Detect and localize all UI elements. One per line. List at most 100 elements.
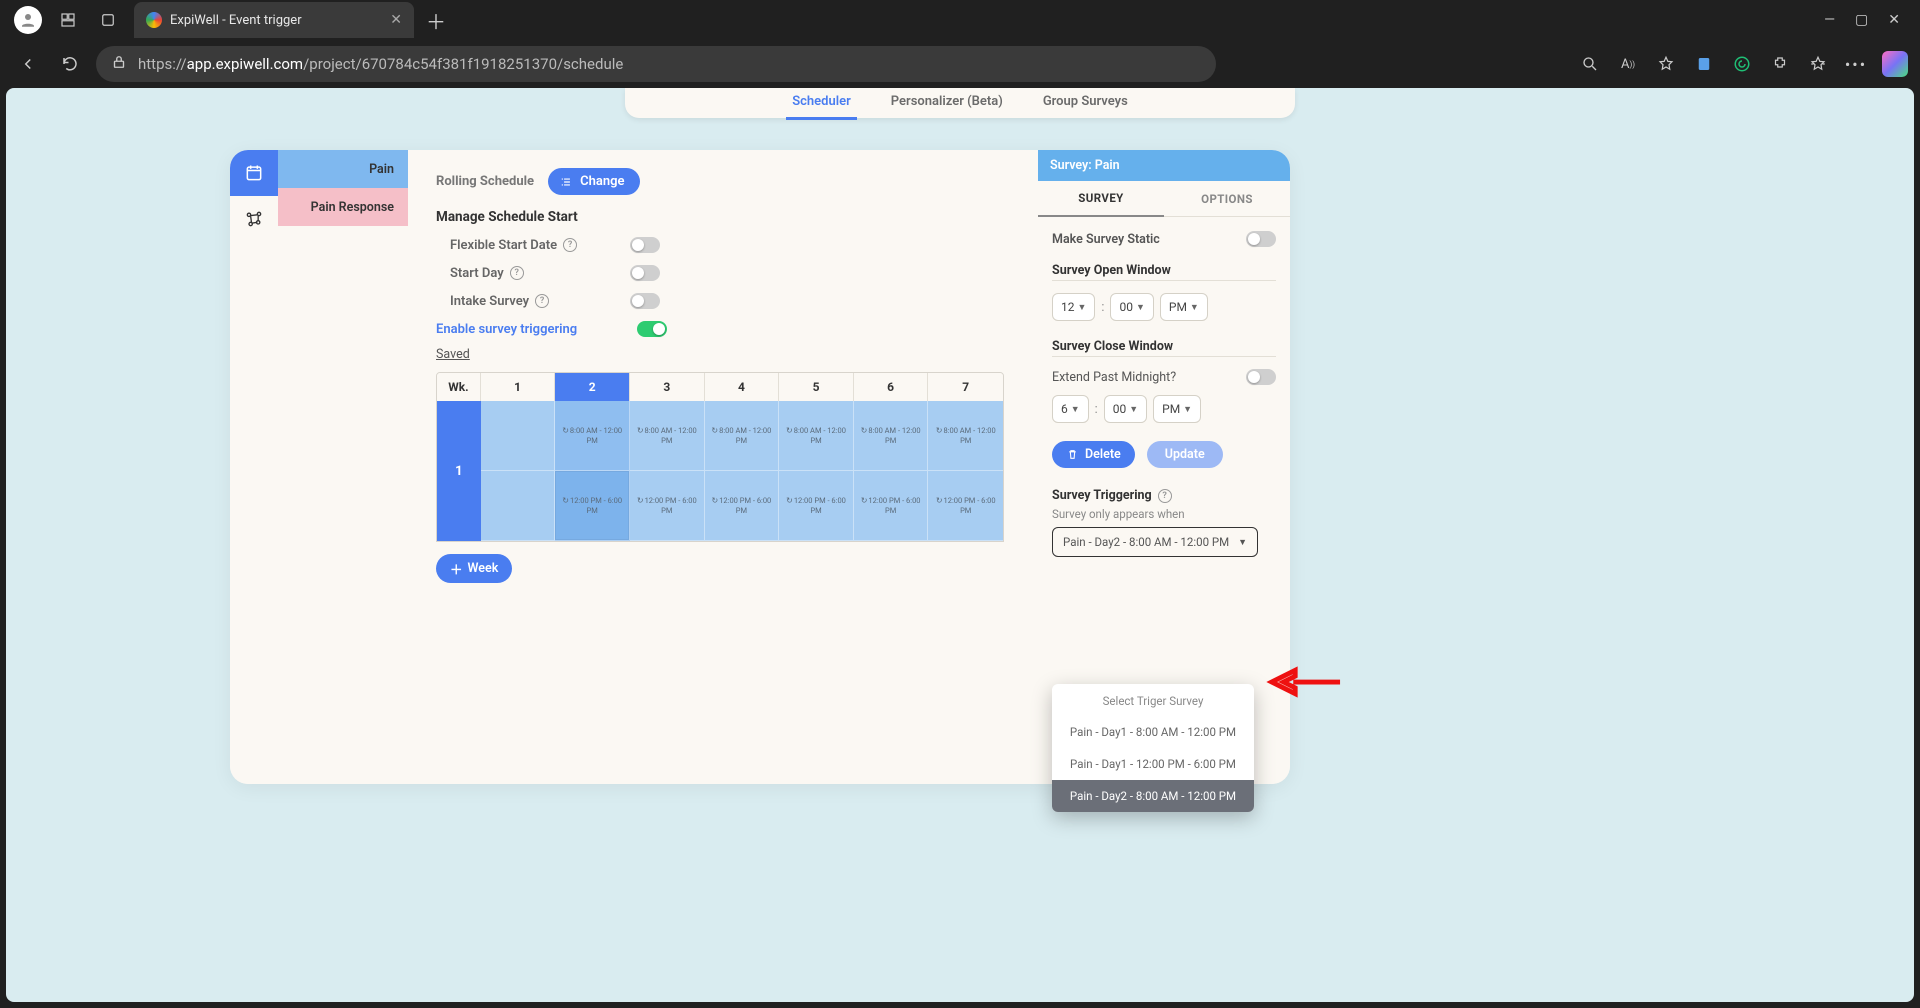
intake-survey-toggle[interactable]	[630, 293, 660, 309]
calendar-view-button[interactable]	[230, 150, 278, 196]
enable-triggering-toggle[interactable]	[637, 321, 667, 337]
dropdown-item[interactable]: Pain - Day1 - 8:00 AM - 12:00 PM	[1052, 716, 1254, 748]
help-icon[interactable]: ?	[1158, 489, 1172, 503]
tab-group-surveys[interactable]: Group Surveys	[1037, 92, 1134, 117]
rolling-schedule-label: Rolling Schedule	[436, 174, 534, 189]
extend-midnight-toggle[interactable]	[1246, 369, 1276, 385]
help-icon[interactable]: ?	[510, 266, 524, 280]
graph-view-button[interactable]	[230, 196, 278, 242]
minimize-icon[interactable]: —	[1824, 12, 1835, 28]
more-icon[interactable]: •••	[1844, 52, 1868, 76]
update-button[interactable]: Update	[1147, 441, 1223, 468]
favorite-icon[interactable]	[1654, 52, 1678, 76]
url-path: /project/670784c54f381f1918251370/schedu…	[303, 55, 623, 73]
make-static-toggle[interactable]	[1246, 231, 1276, 247]
flexible-start-toggle[interactable]	[630, 237, 660, 253]
open-hour-select[interactable]: 12▼	[1052, 293, 1095, 321]
schedule-cell[interactable]: 12:00 PM - 6:00 PM	[630, 471, 705, 541]
open-window-label: Survey Open Window	[1052, 263, 1276, 278]
start-day-label: Start Day ?	[450, 266, 630, 281]
help-icon[interactable]: ?	[563, 238, 577, 252]
schedule-cell[interactable]: 12:00 PM - 6:00 PM	[854, 471, 929, 541]
refresh-button[interactable]	[54, 48, 86, 80]
close-window-label: Survey Close Window	[1052, 339, 1276, 354]
tab-personalizer[interactable]: Personalizer (Beta)	[885, 92, 1009, 117]
delete-button[interactable]: Delete	[1052, 441, 1135, 468]
page-viewport: Scheduler Personalizer (Beta) Group Surv…	[6, 88, 1914, 1002]
open-ampm-select[interactable]: PM▼	[1160, 293, 1208, 321]
triggering-label: Survey Triggering	[1052, 488, 1152, 503]
schedule-cell[interactable]: 12:00 PM - 6:00 PM	[705, 471, 780, 541]
tab-actions-icon[interactable]	[94, 6, 122, 34]
week-header: Wk.	[437, 373, 481, 401]
add-week-button[interactable]: ＋ Week	[436, 554, 512, 583]
browser-chrome: ExpiWell - Event trigger ✕ ＋ — ▢ ✕ https…	[0, 0, 1920, 88]
schedule-cell[interactable]: 8:00 AM - 12:00 PM	[705, 401, 780, 471]
close-minute-select[interactable]: 00▼	[1104, 395, 1147, 423]
panel-tab-survey[interactable]: SURVEY	[1038, 181, 1164, 217]
tab-scheduler[interactable]: Scheduler	[786, 92, 857, 120]
schedule-cell[interactable]: 12:00 PM - 6:00 PM	[928, 471, 1003, 541]
profile-avatar-icon[interactable]	[14, 6, 42, 34]
dropdown-item[interactable]: Pain - Day1 - 12:00 PM - 6:00 PM	[1052, 748, 1254, 780]
day-col-7: 8:00 AM - 12:00 PM 12:00 PM - 6:00 PM	[928, 401, 1003, 541]
schedule-cell[interactable]: 8:00 AM - 12:00 PM	[630, 401, 705, 471]
survey-list-item-pain-response[interactable]: Pain Response	[278, 188, 408, 226]
new-tab-button[interactable]: ＋	[426, 6, 446, 35]
grammarly-icon[interactable]	[1730, 52, 1754, 76]
day-header-5: 5	[779, 373, 854, 401]
close-hour-select[interactable]: 6▼	[1052, 395, 1089, 423]
open-minute-select[interactable]: 00▼	[1110, 293, 1153, 321]
day-header-2: 2	[555, 373, 630, 401]
saved-status[interactable]: Saved	[436, 347, 470, 362]
maximize-icon[interactable]: ▢	[1855, 12, 1868, 28]
close-ampm-select[interactable]: PM▼	[1153, 395, 1201, 423]
workspaces-icon[interactable]	[54, 6, 82, 34]
survey-list-item-pain[interactable]: Pain	[278, 150, 408, 188]
schedule-center: Rolling Schedule Change Manage Schedule …	[408, 150, 1038, 784]
schedule-cell[interactable]	[481, 401, 556, 471]
week-number: 1	[437, 401, 481, 541]
schedule-cell[interactable]: 8:00 AM - 12:00 PM	[779, 401, 854, 471]
panel-tab-options[interactable]: OPTIONS	[1164, 181, 1290, 217]
main-card: Pain Pain Response Rolling Schedule Chan…	[230, 150, 1290, 784]
close-tab-icon[interactable]: ✕	[390, 12, 402, 28]
survey-list: Pain Pain Response	[278, 150, 408, 784]
tab-bar: ExpiWell - Event trigger ✕ ＋ — ▢ ✕	[0, 0, 1920, 40]
plus-icon: ＋	[450, 559, 463, 578]
start-day-toggle[interactable]	[630, 265, 660, 281]
day-header-7: 7	[928, 373, 1003, 401]
read-aloud-icon[interactable]: A))	[1616, 52, 1640, 76]
change-button-label: Change	[580, 174, 624, 189]
browser-tab[interactable]: ExpiWell - Event trigger ✕	[134, 2, 414, 38]
url-input[interactable]: https://app.expiwell.com/project/670784c…	[96, 46, 1216, 82]
add-week-label: Week	[468, 561, 499, 576]
dropdown-item-selected[interactable]: Pain - Day2 - 8:00 AM - 12:00 PM	[1052, 780, 1254, 812]
copilot-icon[interactable]	[1882, 51, 1908, 77]
dropdown-title: Select Triger Survey	[1052, 684, 1254, 716]
day-col-1	[481, 401, 556, 541]
change-schedule-button[interactable]: Change	[548, 168, 640, 195]
zoom-icon[interactable]	[1578, 52, 1602, 76]
panel-header: Survey: Pain	[1038, 150, 1290, 181]
schedule-header: Wk. 1 2 3 4 5 6 7	[437, 373, 1003, 401]
extend-midnight-label: Extend Past Midnight?	[1052, 370, 1176, 385]
schedule-cell[interactable]: 8:00 AM - 12:00 PM	[928, 401, 1003, 471]
make-static-label: Make Survey Static	[1052, 232, 1160, 247]
help-icon[interactable]: ?	[535, 294, 549, 308]
schedule-cell[interactable]: 8:00 AM - 12:00 PM	[555, 401, 630, 471]
collections-icon[interactable]	[1692, 52, 1716, 76]
trigger-survey-select[interactable]: Pain - Day2 - 8:00 AM - 12:00 PM ▼	[1052, 527, 1258, 557]
schedule-cell[interactable]: 12:00 PM - 6:00 PM	[779, 471, 854, 541]
schedule-cell-selected[interactable]: 12:00 PM - 6:00 PM	[555, 471, 630, 541]
schedule-cell[interactable]: 8:00 AM - 12:00 PM	[854, 401, 929, 471]
extensions-icon[interactable]	[1768, 52, 1792, 76]
back-button[interactable]	[12, 48, 44, 80]
close-window-icon[interactable]: ✕	[1888, 12, 1900, 28]
day-col-4: 8:00 AM - 12:00 PM 12:00 PM - 6:00 PM	[705, 401, 780, 541]
day-col-3: 8:00 AM - 12:00 PM 12:00 PM - 6:00 PM	[630, 401, 705, 541]
url-prefix: https://	[138, 55, 187, 73]
favorites-bar-icon[interactable]	[1806, 52, 1830, 76]
schedule-grid: Wk. 1 2 3 4 5 6 7 1 8:00 AM - 1	[436, 372, 1004, 542]
schedule-cell[interactable]	[481, 471, 556, 541]
